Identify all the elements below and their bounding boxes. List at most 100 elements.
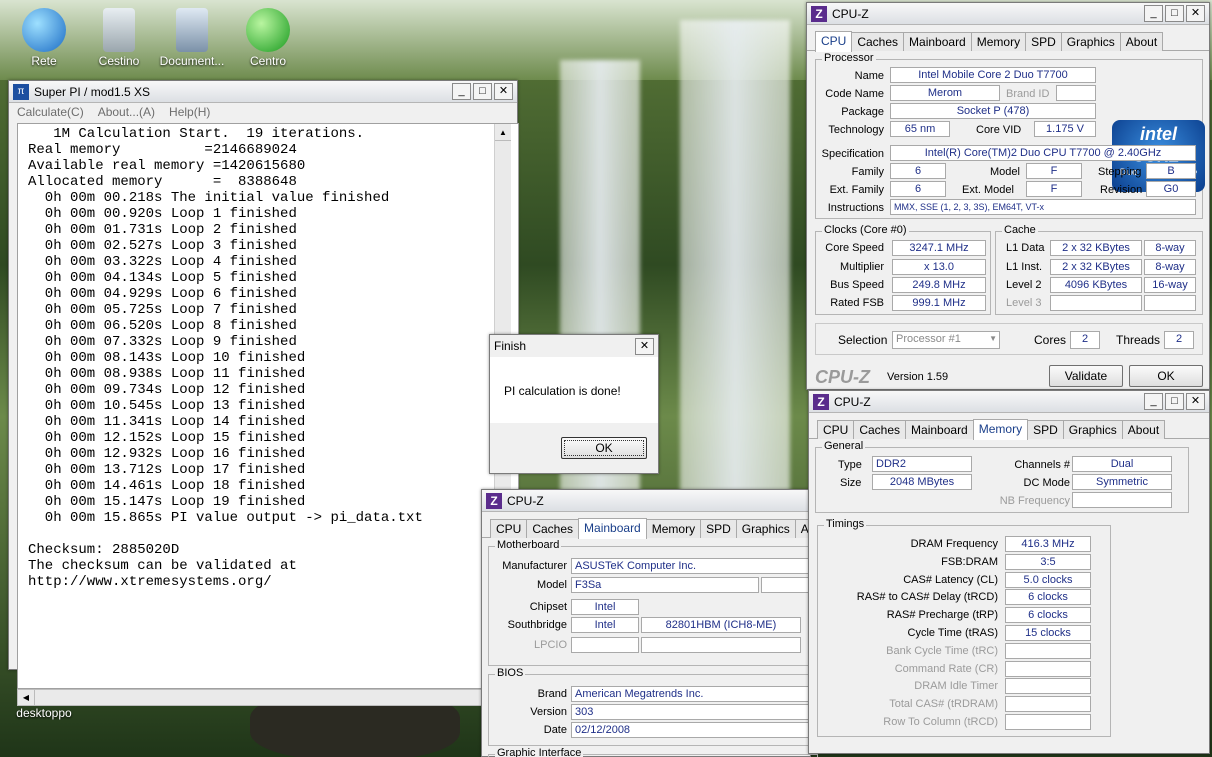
validate-button[interactable]: Validate [1049, 365, 1123, 387]
chipset-value: Intel [571, 599, 639, 615]
minimize-button[interactable]: _ [452, 83, 471, 100]
cores-value: 2 [1070, 331, 1100, 349]
group-title: General [822, 440, 866, 452]
cpuz-brand-logo: CPU-Z [815, 367, 870, 387]
tab-cpu[interactable]: CPU [815, 31, 853, 52]
dcmode-label: DC Mode [1023, 477, 1070, 489]
tab-spd[interactable]: SPD [1025, 32, 1062, 51]
tab-caches[interactable]: Caches [851, 32, 905, 51]
output-line: 0h 00m 11.341s Loop 14 finished [28, 414, 306, 430]
menu-calculate[interactable]: Calculate(C) [17, 103, 84, 121]
finish-titlebar[interactable]: Finish ✕ [490, 335, 658, 357]
tab-memory[interactable]: Memory [970, 32, 1027, 51]
ok-button[interactable]: OK [1129, 365, 1203, 387]
close-button[interactable]: ✕ [1186, 5, 1205, 22]
tab-spd[interactable]: SPD [1027, 420, 1064, 439]
l1inst-label: L1 Inst. [1006, 261, 1043, 273]
close-button[interactable]: ✕ [635, 337, 654, 355]
tab-mainboard[interactable]: Mainboard [903, 32, 972, 51]
codename-value: Merom [890, 85, 1000, 101]
codename-label: Code Name [825, 88, 884, 100]
tab-caches[interactable]: Caches [853, 420, 907, 439]
desktop-icon-rete[interactable]: Rete [8, 4, 80, 68]
timing-label: Total CAS# (tRDRAM) [889, 698, 998, 711]
extmodel-value: F [1026, 181, 1082, 197]
superpi-titlebar[interactable]: π Super PI / mod1.5 XS _ □ ✕ [9, 81, 517, 103]
cpuz-cpu-titlebar[interactable]: Z CPU-Z _ □ ✕ [807, 3, 1209, 25]
cpuz-app-icon: Z [811, 5, 827, 22]
tab-about[interactable]: About [1119, 32, 1164, 51]
extfamily-value: 6 [890, 181, 946, 197]
cpuz-mem-titlebar[interactable]: Z CPU-Z _ □ ✕ [809, 391, 1209, 413]
output-line: The checksum can be validated at [28, 558, 297, 574]
southbridge-label: Southbridge [507, 619, 567, 631]
tab-graphics[interactable]: Graphics [735, 519, 796, 538]
processor-select[interactable]: Processor #1 ▼ [892, 331, 1000, 349]
maximize-button[interactable]: □ [473, 83, 492, 100]
tab-memory[interactable]: Memory [645, 519, 702, 538]
name-label: Name [854, 70, 884, 82]
waterfall-right [680, 20, 790, 540]
timing-label: DRAM Frequency [910, 538, 998, 550]
tab-mainboard[interactable]: Mainboard [905, 420, 974, 439]
selection-row: Selection Processor #1 ▼ Cores 2 Threads … [815, 323, 1203, 355]
tab-spd[interactable]: SPD [700, 519, 737, 538]
intel-logo-text: intel [1139, 124, 1177, 144]
timing-label: Command Rate (CR) [894, 662, 998, 675]
corevid-label: Core VID [976, 124, 1022, 136]
southbridge-value: Intel [571, 617, 639, 633]
minimize-button[interactable]: _ [1144, 5, 1163, 22]
superpi-title: Super PI / mod1.5 XS [34, 84, 151, 99]
timing-label: Cycle Time (tRAS) [907, 627, 998, 639]
level3-label: Level 3 [1006, 297, 1042, 309]
output-line: Checksum: 2885020D [28, 542, 180, 558]
package-label: Package [841, 106, 884, 118]
cpuz-mb-titlebar[interactable]: Z CPU-Z [482, 490, 810, 512]
output-line: 0h 00m 06.520s Loop 8 finished [28, 318, 297, 334]
tab-memory[interactable]: Memory [972, 419, 1029, 440]
tab-cpu[interactable]: CPU [490, 519, 528, 538]
horizontal-scrollbar[interactable]: ◀ [17, 689, 519, 706]
spec-value: Intel(R) Core(TM)2 Duo CPU T7700 @ 2.40G… [890, 145, 1196, 161]
output-line: 0h 00m 01.731s Loop 2 finished [28, 222, 297, 238]
level3-value [1050, 295, 1142, 311]
close-button[interactable]: ✕ [1186, 393, 1205, 410]
cores-label: Cores [1034, 333, 1067, 347]
timing-value: 6 clocks [1005, 589, 1091, 606]
general-group: General Type DDR2 Size 2048 MBytes Chann… [815, 440, 1189, 513]
maximize-button[interactable]: □ [1165, 5, 1184, 22]
scroll-up-icon[interactable]: ▲ [495, 124, 511, 141]
timing-value: 5.0 clocks [1005, 571, 1091, 588]
network-globe-icon [22, 8, 66, 52]
maximize-button[interactable]: □ [1165, 393, 1184, 410]
processor-select-value: Processor #1 [896, 333, 961, 345]
menu-help[interactable]: Help(H) [169, 103, 210, 121]
tab-graphics[interactable]: Graphics [1060, 32, 1121, 51]
output-line: 0h 00m 10.545s Loop 13 finished [28, 398, 306, 414]
lpcio-label: LPCIO [533, 639, 567, 651]
timing-label: CAS# Latency (CL) [903, 573, 998, 586]
tab-graphics[interactable]: Graphics [1062, 420, 1123, 439]
group-title: Clocks (Core #0) [822, 224, 909, 236]
technology-label: Technology [828, 124, 884, 136]
tab-mainboard[interactable]: Mainboard [578, 518, 647, 539]
scroll-left-icon[interactable]: ◀ [18, 690, 35, 705]
timings-group: Timings DRAM Frequency 416.3 MHz FSB:DRAM 3… [817, 518, 1111, 737]
superpi-window: π Super PI / mod1.5 XS _ □ ✕ Calculate(C… [8, 80, 519, 706]
desktop-icon-centro[interactable]: Centro [232, 4, 304, 68]
tab-caches[interactable]: Caches [526, 519, 580, 538]
model-label: Model [990, 166, 1020, 178]
busspeed-value: 249.8 MHz [892, 277, 986, 293]
desktop-icon-cestino[interactable]: Cestino [83, 4, 155, 68]
threads-value: 2 [1164, 331, 1194, 349]
timing-value [1005, 678, 1091, 695]
ok-button[interactable]: OK [561, 437, 647, 459]
tab-cpu[interactable]: CPU [817, 420, 855, 439]
menu-about[interactable]: About...(A) [98, 103, 155, 121]
minimize-button[interactable]: _ [1144, 393, 1163, 410]
desktop-icon-documents[interactable]: Document... [156, 4, 228, 68]
timing-label: RAS# Precharge (tRP) [886, 609, 998, 622]
close-button[interactable]: ✕ [494, 83, 513, 100]
tab-about[interactable]: About [1121, 420, 1166, 439]
